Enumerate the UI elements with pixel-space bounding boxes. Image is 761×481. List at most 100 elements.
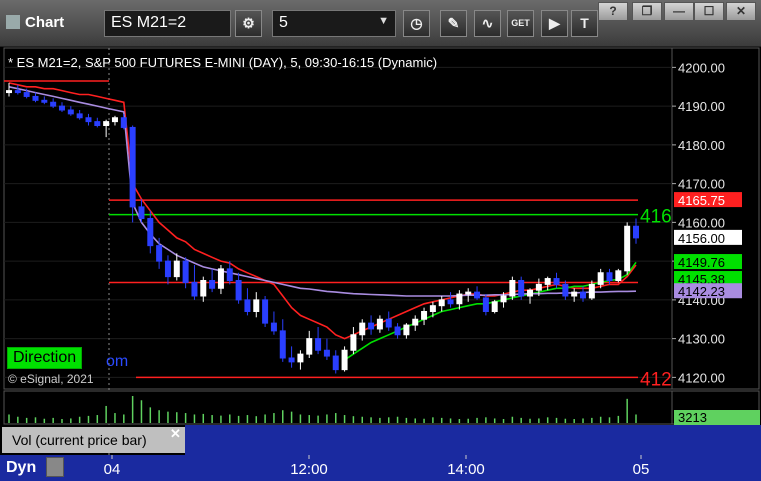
candle-body bbox=[527, 289, 534, 297]
candle-body bbox=[332, 355, 339, 371]
level-label: 416 bbox=[640, 207, 672, 228]
price-label: 4165.75 bbox=[678, 193, 725, 208]
candle-body bbox=[173, 260, 180, 278]
candle-body bbox=[323, 349, 330, 357]
y-tick-label: 4170.00 bbox=[678, 177, 725, 192]
candle-body bbox=[544, 278, 551, 285]
price-chart[interactable]: 4200.004190.004180.004170.004160.004150.… bbox=[0, 0, 761, 481]
close-icon[interactable]: ✕ bbox=[170, 426, 181, 442]
candle-body bbox=[217, 268, 224, 289]
candle-body bbox=[191, 281, 198, 297]
y-tick-label: 4180.00 bbox=[678, 138, 725, 153]
timezone-label[interactable]: Dyn bbox=[0, 455, 42, 481]
study-panel bbox=[185, 425, 761, 455]
candle-body bbox=[500, 295, 507, 303]
candle-body bbox=[41, 99, 48, 103]
candle-body bbox=[615, 270, 622, 281]
candle-body bbox=[368, 322, 375, 330]
candle-body bbox=[103, 121, 110, 126]
price-pane bbox=[3, 47, 673, 390]
candle-body bbox=[279, 330, 286, 359]
timezone-settings-icon[interactable] bbox=[46, 457, 64, 477]
x-tick-label: 14:00 bbox=[447, 461, 485, 478]
x-tick-label: 04 bbox=[104, 461, 121, 478]
candle-body bbox=[200, 280, 207, 297]
candle-body bbox=[562, 283, 569, 297]
y-tick-label: 4160.00 bbox=[678, 215, 725, 230]
chart-window: Chart ES M21=2 ⚙ 5 ▼ ◷ ✎ ∿ GET ▶ T ? ❐ — … bbox=[0, 0, 761, 481]
candle-body bbox=[262, 299, 269, 324]
candle-body bbox=[288, 357, 295, 363]
candle-body bbox=[376, 318, 383, 330]
candle-body bbox=[209, 280, 216, 289]
price-label: 4142.23 bbox=[678, 284, 725, 299]
volume-pane bbox=[3, 390, 673, 425]
candle-body bbox=[474, 291, 481, 299]
y-tick-label: 4200.00 bbox=[678, 60, 725, 75]
copyright: © eSignal, 2021 bbox=[8, 372, 94, 386]
candle-body bbox=[147, 218, 154, 247]
candle-body bbox=[535, 283, 542, 291]
candle-body bbox=[421, 311, 428, 320]
candle-body bbox=[571, 291, 578, 297]
candle-body bbox=[412, 318, 419, 326]
candle-body bbox=[553, 278, 560, 285]
candle-body bbox=[244, 299, 251, 312]
y-tick-label: 4190.00 bbox=[678, 99, 725, 114]
candle-body bbox=[297, 353, 304, 363]
candle-body bbox=[633, 225, 639, 239]
candle-body bbox=[129, 126, 136, 208]
candle-body bbox=[394, 326, 401, 336]
candle-body bbox=[597, 272, 604, 285]
direction-tail-text: om bbox=[106, 353, 129, 370]
y-tick-label: 4120.00 bbox=[678, 370, 725, 385]
candle-body bbox=[456, 293, 463, 305]
candle-body bbox=[67, 109, 74, 115]
x-tick-label: 12:00 bbox=[290, 461, 328, 478]
candle-body bbox=[306, 338, 313, 355]
candle-body bbox=[253, 299, 260, 312]
candle-body bbox=[235, 280, 242, 301]
candle-body bbox=[350, 334, 357, 351]
level-label: 412 bbox=[640, 369, 672, 390]
candle-body bbox=[14, 90, 21, 94]
candle-body bbox=[164, 260, 171, 278]
candle-body bbox=[580, 291, 587, 299]
candle-body bbox=[315, 338, 322, 351]
candle-body bbox=[465, 291, 472, 295]
candle-body bbox=[138, 206, 145, 219]
y-tick-label: 4130.00 bbox=[678, 332, 725, 347]
price-label: 4149.76 bbox=[678, 255, 725, 270]
candle-body bbox=[94, 121, 101, 126]
candle-body bbox=[182, 260, 189, 283]
candle-body bbox=[226, 268, 233, 281]
candle-body bbox=[588, 283, 595, 299]
candle-body bbox=[50, 101, 57, 107]
candle-body bbox=[624, 225, 631, 272]
candle-body bbox=[438, 299, 445, 307]
direction-label: Direction bbox=[7, 347, 83, 369]
candle-body bbox=[518, 280, 525, 297]
candle-body bbox=[359, 322, 366, 336]
price-label: 4156.00 bbox=[678, 231, 725, 246]
candle-body bbox=[85, 117, 92, 123]
candle-body bbox=[6, 90, 12, 94]
x-tick-label: 05 bbox=[633, 461, 650, 478]
candle-body bbox=[156, 245, 163, 262]
chart-header: * ES M21=2, S&P 500 FUTURES E-MINI (DAY)… bbox=[8, 55, 438, 70]
candle-body bbox=[120, 117, 127, 128]
candle-body bbox=[447, 299, 454, 305]
candle-body bbox=[385, 318, 392, 328]
volume-last-label: 3213 bbox=[678, 410, 707, 425]
candle-body bbox=[111, 117, 118, 123]
candle-body bbox=[270, 322, 277, 332]
candle-body bbox=[429, 305, 436, 312]
candle-body bbox=[32, 95, 39, 101]
volume-study-label[interactable]: Vol (current price bar) bbox=[2, 427, 185, 453]
candle-body bbox=[58, 105, 65, 111]
candle-body bbox=[482, 297, 489, 312]
candle-body bbox=[76, 113, 83, 119]
candle-body bbox=[403, 324, 410, 336]
candle-body bbox=[509, 280, 516, 297]
candle-body bbox=[606, 272, 613, 281]
